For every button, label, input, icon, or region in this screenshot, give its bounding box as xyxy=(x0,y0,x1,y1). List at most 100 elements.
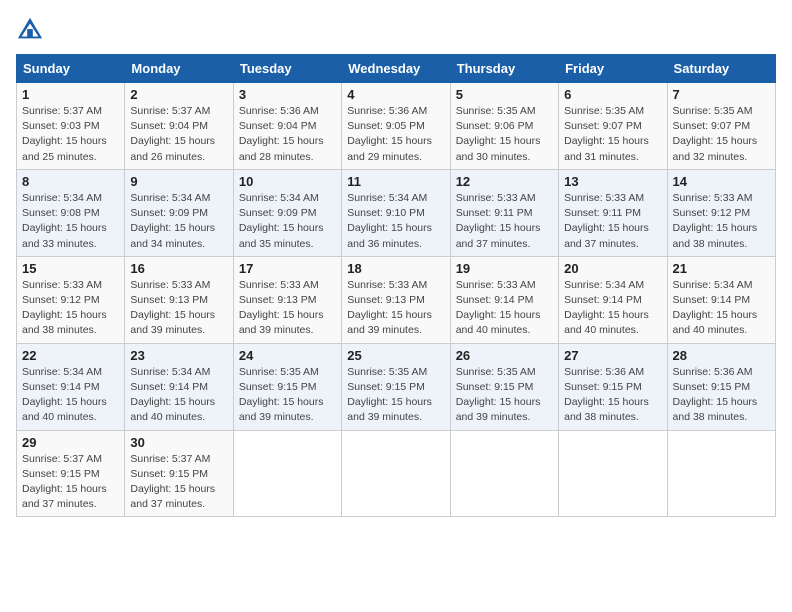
day-cell: 1 Sunrise: 5:37 AMSunset: 9:03 PMDaylight… xyxy=(17,83,125,170)
day-number: 22 xyxy=(22,348,119,363)
day-detail: Sunrise: 5:37 AMSunset: 9:15 PMDaylight:… xyxy=(22,453,107,511)
week-row-4: 22 Sunrise: 5:34 AMSunset: 9:14 PMDayligh… xyxy=(17,343,776,430)
header-cell-thursday: Thursday xyxy=(450,55,558,83)
day-detail: Sunrise: 5:33 AMSunset: 9:13 PMDaylight:… xyxy=(130,279,215,337)
day-detail: Sunrise: 5:34 AMSunset: 9:08 PMDaylight:… xyxy=(22,192,107,250)
day-number: 3 xyxy=(239,87,336,102)
day-number: 24 xyxy=(239,348,336,363)
day-cell: 24 Sunrise: 5:35 AMSunset: 9:15 PMDayligh… xyxy=(233,343,341,430)
day-detail: Sunrise: 5:33 AMSunset: 9:11 PMDaylight:… xyxy=(456,192,541,250)
day-number: 25 xyxy=(347,348,444,363)
day-detail: Sunrise: 5:34 AMSunset: 9:09 PMDaylight:… xyxy=(130,192,215,250)
day-number: 6 xyxy=(564,87,661,102)
day-detail: Sunrise: 5:37 AMSunset: 9:03 PMDaylight:… xyxy=(22,105,107,163)
day-cell xyxy=(450,430,558,517)
day-detail: Sunrise: 5:36 AMSunset: 9:15 PMDaylight:… xyxy=(564,366,649,424)
day-number: 15 xyxy=(22,261,119,276)
day-cell: 16 Sunrise: 5:33 AMSunset: 9:13 PMDayligh… xyxy=(125,256,233,343)
day-detail: Sunrise: 5:33 AMSunset: 9:12 PMDaylight:… xyxy=(673,192,758,250)
day-number: 14 xyxy=(673,174,770,189)
day-detail: Sunrise: 5:35 AMSunset: 9:07 PMDaylight:… xyxy=(673,105,758,163)
day-detail: Sunrise: 5:36 AMSunset: 9:04 PMDaylight:… xyxy=(239,105,324,163)
day-cell: 25Sunrise: 5:35 AMSunset: 9:15 PMDayligh… xyxy=(342,343,450,430)
day-cell xyxy=(667,430,775,517)
day-number: 13 xyxy=(564,174,661,189)
day-number: 9 xyxy=(130,174,227,189)
header-cell-wednesday: Wednesday xyxy=(342,55,450,83)
day-detail: Sunrise: 5:33 AMSunset: 9:12 PMDaylight:… xyxy=(22,279,107,337)
day-cell: 26 Sunrise: 5:35 AMSunset: 9:15 PMDayligh… xyxy=(450,343,558,430)
day-detail: Sunrise: 5:33 AMSunset: 9:13 PMDaylight:… xyxy=(239,279,324,337)
header-row: SundayMondayTuesdayWednesdayThursdayFrid… xyxy=(17,55,776,83)
header-cell-saturday: Saturday xyxy=(667,55,775,83)
day-cell: 15 Sunrise: 5:33 AMSunset: 9:12 PMDayligh… xyxy=(17,256,125,343)
day-cell: 18 Sunrise: 5:33 AMSunset: 9:13 PMDayligh… xyxy=(342,256,450,343)
day-number: 21 xyxy=(673,261,770,276)
day-detail: Sunrise: 5:34 AMSunset: 9:14 PMDaylight:… xyxy=(564,279,649,337)
day-cell: 13 Sunrise: 5:33 AMSunset: 9:11 PMDayligh… xyxy=(559,169,667,256)
day-detail: Sunrise: 5:35 AMSunset: 9:15 PMDaylight:… xyxy=(239,366,324,424)
day-cell: 4 Sunrise: 5:36 AMSunset: 9:05 PMDaylight… xyxy=(342,83,450,170)
day-number: 11 xyxy=(347,174,444,189)
day-detail: Sunrise: 5:33 AMSunset: 9:13 PMDaylight:… xyxy=(347,279,432,337)
day-number: 28 xyxy=(673,348,770,363)
week-row-5: 29 Sunrise: 5:37 AMSunset: 9:15 PMDayligh… xyxy=(17,430,776,517)
header-cell-friday: Friday xyxy=(559,55,667,83)
day-detail: Sunrise: 5:37 AMSunset: 9:04 PMDaylight:… xyxy=(130,105,215,163)
day-detail: Sunrise: 5:36 AMSunset: 9:05 PMDaylight:… xyxy=(347,105,432,163)
day-cell xyxy=(559,430,667,517)
day-cell: 17 Sunrise: 5:33 AMSunset: 9:13 PMDayligh… xyxy=(233,256,341,343)
day-detail: Sunrise: 5:33 AMSunset: 9:14 PMDaylight:… xyxy=(456,279,541,337)
day-number: 18 xyxy=(347,261,444,276)
day-number: 8 xyxy=(22,174,119,189)
header-cell-tuesday: Tuesday xyxy=(233,55,341,83)
day-number: 2 xyxy=(130,87,227,102)
calendar-table: SundayMondayTuesdayWednesdayThursdayFrid… xyxy=(16,54,776,517)
day-cell: 20 Sunrise: 5:34 AMSunset: 9:14 PMDayligh… xyxy=(559,256,667,343)
day-detail: Sunrise: 5:35 AMSunset: 9:07 PMDaylight:… xyxy=(564,105,649,163)
day-detail: Sunrise: 5:34 AMSunset: 9:14 PMDaylight:… xyxy=(22,366,107,424)
day-detail: Sunrise: 5:34 AMSunset: 9:14 PMDaylight:… xyxy=(130,366,215,424)
logo xyxy=(16,16,48,44)
day-number: 30 xyxy=(130,435,227,450)
day-cell: 3 Sunrise: 5:36 AMSunset: 9:04 PMDaylight… xyxy=(233,83,341,170)
day-detail: Sunrise: 5:35 AMSunset: 9:15 PMDaylight:… xyxy=(456,366,541,424)
day-cell: 5 Sunrise: 5:35 AMSunset: 9:06 PMDaylight… xyxy=(450,83,558,170)
day-cell: 28 Sunrise: 5:36 AMSunset: 9:15 PMDayligh… xyxy=(667,343,775,430)
day-cell: 19 Sunrise: 5:33 AMSunset: 9:14 PMDayligh… xyxy=(450,256,558,343)
day-number: 29 xyxy=(22,435,119,450)
day-cell: 6 Sunrise: 5:35 AMSunset: 9:07 PMDaylight… xyxy=(559,83,667,170)
day-number: 26 xyxy=(456,348,553,363)
day-cell: 9 Sunrise: 5:34 AMSunset: 9:09 PMDaylight… xyxy=(125,169,233,256)
day-cell: 2 Sunrise: 5:37 AMSunset: 9:04 PMDaylight… xyxy=(125,83,233,170)
day-number: 20 xyxy=(564,261,661,276)
day-cell: 8 Sunrise: 5:34 AMSunset: 9:08 PMDaylight… xyxy=(17,169,125,256)
day-cell: 30 Sunrise: 5:37 AMSunset: 9:15 PMDayligh… xyxy=(125,430,233,517)
day-number: 5 xyxy=(456,87,553,102)
day-detail: Sunrise: 5:35 AMSunset: 9:06 PMDaylight:… xyxy=(456,105,541,163)
day-cell: 23 Sunrise: 5:34 AMSunset: 9:14 PMDayligh… xyxy=(125,343,233,430)
day-number: 1 xyxy=(22,87,119,102)
day-cell: 7Sunrise: 5:35 AMSunset: 9:07 PMDaylight… xyxy=(667,83,775,170)
week-row-1: 1 Sunrise: 5:37 AMSunset: 9:03 PMDaylight… xyxy=(17,83,776,170)
day-detail: Sunrise: 5:37 AMSunset: 9:15 PMDaylight:… xyxy=(130,453,215,511)
logo-icon xyxy=(16,16,44,44)
day-detail: Sunrise: 5:33 AMSunset: 9:11 PMDaylight:… xyxy=(564,192,649,250)
header xyxy=(16,16,776,44)
day-number: 12 xyxy=(456,174,553,189)
week-row-3: 15 Sunrise: 5:33 AMSunset: 9:12 PMDayligh… xyxy=(17,256,776,343)
day-detail: Sunrise: 5:34 AMSunset: 9:10 PMDaylight:… xyxy=(347,192,432,250)
day-number: 4 xyxy=(347,87,444,102)
day-cell xyxy=(342,430,450,517)
day-number: 23 xyxy=(130,348,227,363)
day-cell: 14 Sunrise: 5:33 AMSunset: 9:12 PMDayligh… xyxy=(667,169,775,256)
day-number: 16 xyxy=(130,261,227,276)
week-row-2: 8 Sunrise: 5:34 AMSunset: 9:08 PMDaylight… xyxy=(17,169,776,256)
day-number: 19 xyxy=(456,261,553,276)
header-cell-sunday: Sunday xyxy=(17,55,125,83)
day-number: 17 xyxy=(239,261,336,276)
day-number: 10 xyxy=(239,174,336,189)
day-cell: 27Sunrise: 5:36 AMSunset: 9:15 PMDayligh… xyxy=(559,343,667,430)
day-detail: Sunrise: 5:34 AMSunset: 9:09 PMDaylight:… xyxy=(239,192,324,250)
day-detail: Sunrise: 5:36 AMSunset: 9:15 PMDaylight:… xyxy=(673,366,758,424)
